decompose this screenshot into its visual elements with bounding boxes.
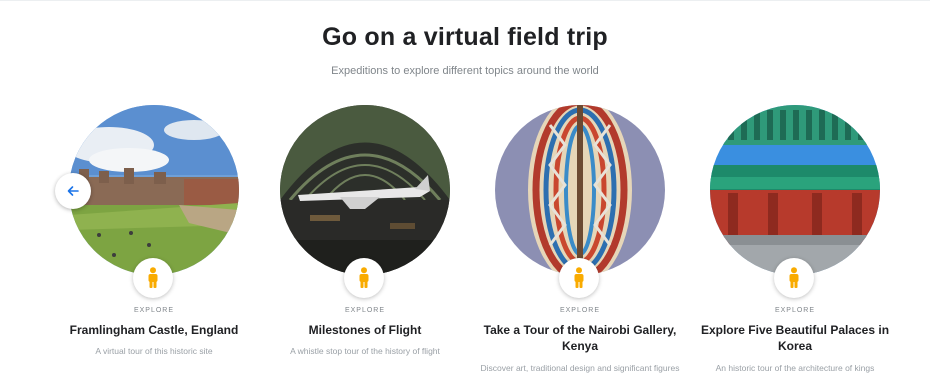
arrow-back-icon [67, 186, 79, 196]
card-description: A whistle stop tour of the history of fl… [290, 346, 440, 356]
card-description: Discover art, traditional design and sig… [480, 363, 680, 373]
pegman-icon[interactable] [774, 258, 814, 298]
card-title[interactable]: Milestones of Flight [258, 322, 472, 338]
pegman-icon[interactable] [559, 258, 599, 298]
card-description: A virtual tour of this historic site [95, 346, 213, 356]
expedition-card-korea-palaces[interactable]: EXPLORE Explore Five Beautiful Palaces i… [688, 105, 902, 385]
card-eyebrow: EXPLORE [559, 307, 601, 314]
card-title[interactable]: Take a Tour of the Nairobi Gallery, Keny… [473, 322, 687, 354]
section-subtitle: Expeditions to explore different topics … [331, 65, 599, 77]
card-description: An historic tour of the architecture of … [715, 363, 875, 373]
expedition-card-milestones-of-flight[interactable]: EXPLORE Milestones of Flight A whistle s… [258, 105, 472, 385]
card-title[interactable]: Explore Five Beautiful Palaces in Korea [688, 322, 902, 354]
card-image-framlingham-castle[interactable] [69, 105, 239, 275]
pegman-icon[interactable] [344, 258, 384, 298]
section-title: Go on a virtual field trip [322, 23, 608, 51]
card-eyebrow: EXPLORE [344, 307, 386, 314]
card-image-korea-palaces[interactable] [710, 105, 880, 275]
carousel-prev-button[interactable] [55, 173, 91, 209]
card-image-nairobi-gallery[interactable] [495, 105, 665, 275]
card-image-milestones-of-flight[interactable] [280, 105, 450, 275]
expedition-card-nairobi-gallery[interactable]: EXPLORE Take a Tour of the Nairobi Galle… [473, 105, 687, 385]
expedition-card-framlingham-castle[interactable]: EXPLORE Framlingham Castle, England A vi… [47, 105, 261, 385]
pegman-icon[interactable] [133, 258, 173, 298]
card-eyebrow: EXPLORE [133, 307, 175, 314]
virtual-field-trip-section: Go on a virtual field trip Expeditions t… [0, 0, 930, 392]
card-eyebrow: EXPLORE [774, 307, 816, 314]
card-title[interactable]: Framlingham Castle, England [47, 322, 261, 338]
